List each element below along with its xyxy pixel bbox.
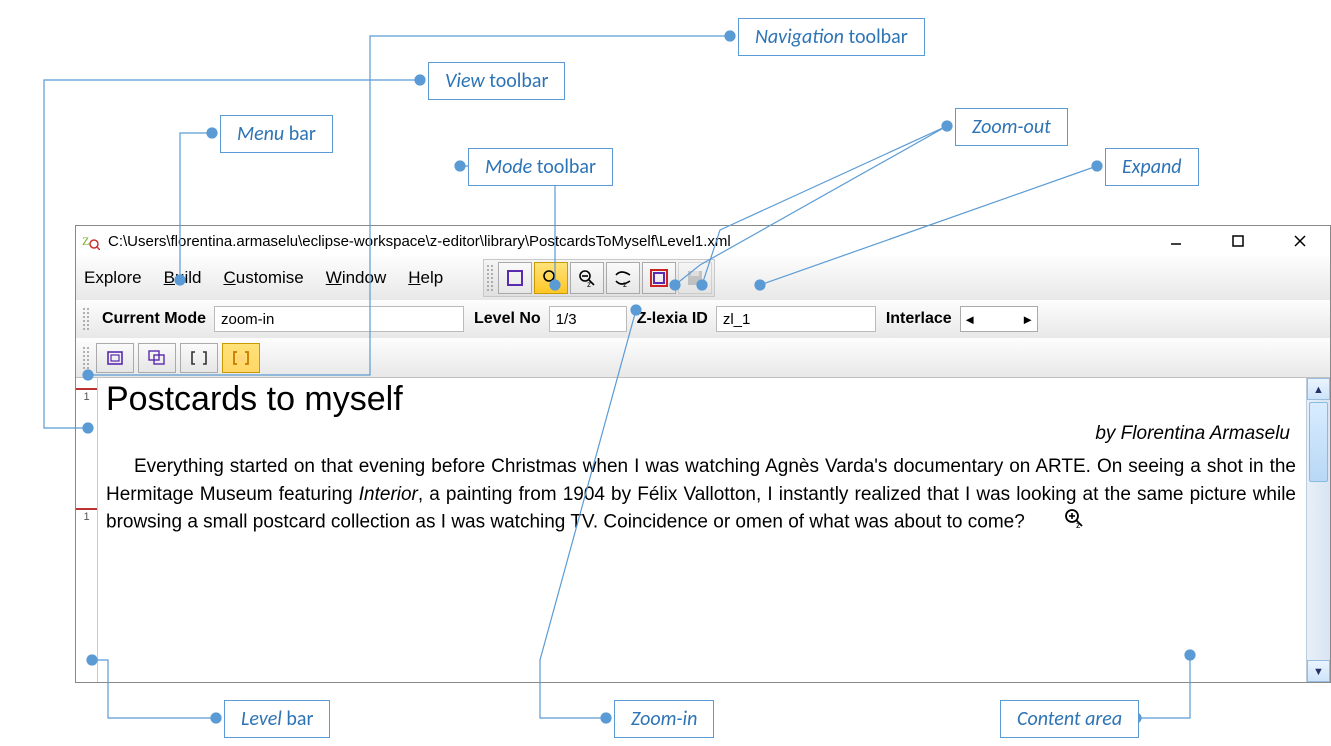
mode-zoom-out-button[interactable]: z [570, 262, 604, 294]
toolbar-grip-icon[interactable] [486, 264, 494, 292]
callout-level-bar: Level bar [224, 700, 330, 738]
menu-explore[interactable]: Explore [84, 268, 142, 288]
zoom-in-cursor-icon: z [1036, 508, 1084, 537]
svg-text:z: z [551, 280, 555, 288]
scroll-up-button[interactable]: ▲ [1307, 378, 1330, 400]
interlace-prev-button[interactable]: ◄ [961, 312, 979, 327]
content-byline: by Florentina Armaselu [106, 423, 1290, 445]
view-toolbar [76, 338, 1330, 378]
minimize-button[interactable] [1158, 229, 1194, 253]
view-single-button[interactable] [96, 343, 134, 373]
content-area[interactable]: Postcards to myself by Florentina Armase… [98, 378, 1306, 682]
titlebar: Z C:\Users\florentina.armaselu\eclipse-w… [76, 226, 1330, 256]
menu-window[interactable]: Window [326, 268, 386, 288]
close-button[interactable] [1282, 229, 1318, 253]
callout-expand: Expand [1105, 148, 1199, 186]
maximize-button[interactable] [1220, 229, 1256, 253]
callout-navigation-toolbar: Navigation toolbar [738, 18, 925, 56]
interlace-label: Interlace [886, 310, 952, 328]
menu-build[interactable]: Build [164, 268, 202, 288]
app-window: Z C:\Users\florentina.armaselu\eclipse-w… [75, 225, 1331, 683]
view-cascade-button[interactable] [138, 343, 176, 373]
callout-zoom-in: Zoom-in [614, 700, 714, 738]
callout-menu-bar: Menu bar [220, 115, 333, 153]
level-mark: 1 [76, 388, 97, 403]
current-mode-label: Current Mode [102, 310, 206, 328]
scroll-thumb[interactable] [1309, 402, 1328, 482]
view-brackets-button[interactable] [180, 343, 218, 373]
toolbar-grip-icon[interactable] [82, 346, 90, 370]
content-heading: Postcards to myself [106, 380, 1296, 419]
scroll-down-button[interactable]: ▼ [1307, 660, 1330, 682]
callout-content-area: Content area [1000, 700, 1139, 738]
mode-normal-button[interactable] [498, 262, 532, 294]
level-no-label: Level No [474, 310, 541, 328]
zlexia-id-field[interactable] [716, 306, 876, 332]
interlace-stepper[interactable]: ◄ ► [960, 306, 1038, 332]
navigation-toolbar: Current Mode Level No Z-lexia ID Interla… [76, 300, 1330, 338]
zlexia-id-label: Z-lexia ID [637, 310, 708, 328]
interlace-next-button[interactable]: ► [1019, 312, 1037, 327]
callout-view-toolbar: View toolbar [428, 62, 565, 100]
mode-zoom-in-button[interactable]: z [534, 262, 568, 294]
content-paragraph: Everything started on that evening befor… [106, 453, 1296, 537]
toolbar-grip-icon[interactable] [82, 307, 90, 331]
mode-save-button [678, 262, 712, 294]
current-mode-field[interactable] [214, 306, 464, 332]
menu-bar: Explore Build Customise Window Help z z … [76, 256, 1330, 300]
mode-toolbar: z z z [483, 259, 715, 297]
svg-text:Z: Z [82, 234, 89, 248]
window-title: C:\Users\florentina.armaselu\eclipse-wor… [108, 233, 1158, 250]
scroll-track[interactable] [1307, 484, 1330, 660]
svg-text:z: z [1076, 520, 1081, 528]
view-highlight-button[interactable] [222, 343, 260, 373]
level-no-field[interactable] [549, 306, 627, 332]
level-mark: 1 [76, 508, 97, 523]
app-icon: Z [82, 232, 100, 250]
menu-help[interactable]: Help [408, 268, 443, 288]
mode-interlace-button[interactable]: z [606, 262, 640, 294]
svg-text:z: z [587, 280, 591, 288]
menu-customise[interactable]: Customise [223, 268, 303, 288]
vertical-scrollbar[interactable]: ▲ ▼ [1306, 378, 1330, 682]
callout-mode-toolbar: Mode toolbar [468, 148, 613, 186]
callout-zoom-out: Zoom-out [955, 108, 1068, 146]
svg-text:z: z [623, 280, 627, 288]
level-bar: 1 1 [76, 378, 98, 682]
mode-expand-button[interactable] [642, 262, 676, 294]
